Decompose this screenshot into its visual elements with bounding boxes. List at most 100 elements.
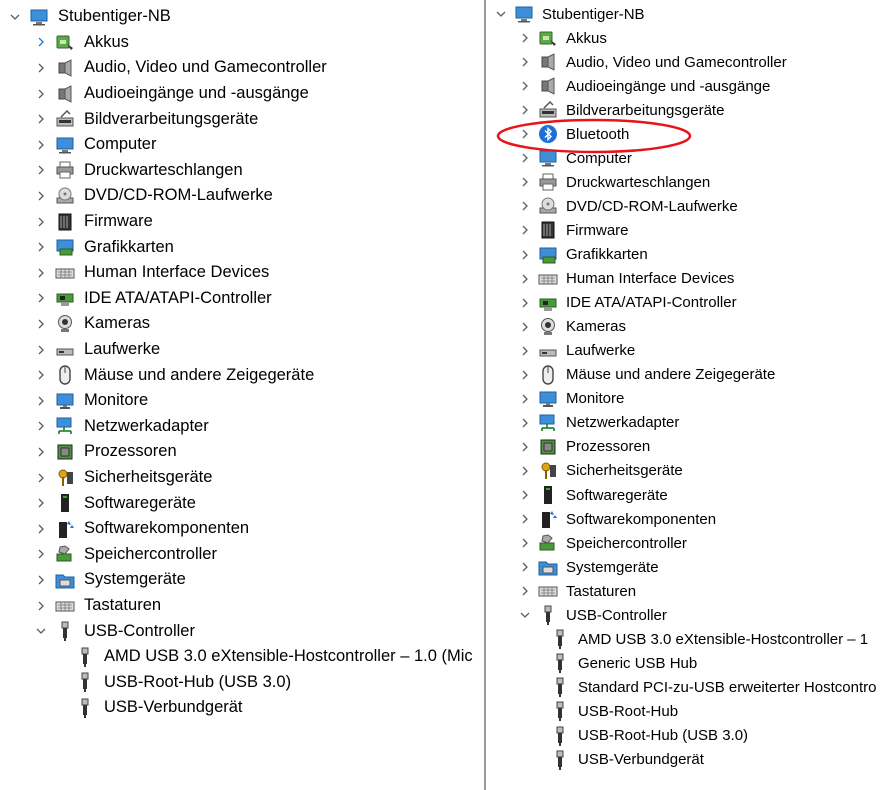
chevron-right-icon[interactable] — [518, 365, 532, 385]
chevron-right-icon[interactable] — [34, 212, 48, 232]
tree-category-softwarekomponenten[interactable]: Softwarekomponenten — [518, 507, 716, 531]
tree-category-druckwarteschlangen[interactable]: Druckwarteschlangen — [518, 170, 710, 194]
tree-category-netzwerkadapter[interactable]: Netzwerkadapter — [34, 414, 209, 440]
tree-category-audio-video-und-gamecontroller[interactable]: Audio, Video und Gamecontroller — [34, 55, 327, 81]
chevron-right-icon[interactable] — [518, 461, 532, 481]
chevron-right-icon[interactable] — [518, 52, 532, 72]
tree-category-dvd-cd-rom-laufwerke[interactable]: DVD/CD-ROM-Laufwerke — [518, 194, 738, 218]
chevron-right-icon[interactable] — [518, 485, 532, 505]
tree-category-grafikkarten[interactable]: Grafikkarten — [34, 234, 174, 260]
chevron-right-icon[interactable] — [518, 220, 532, 240]
chevron-right-icon[interactable] — [518, 413, 532, 433]
chevron-right-icon[interactable] — [34, 340, 48, 360]
chevron-down-icon[interactable] — [518, 605, 532, 625]
chevron-right-icon[interactable] — [34, 135, 48, 155]
chevron-right-icon[interactable] — [518, 196, 532, 216]
chevron-right-icon[interactable] — [518, 533, 532, 553]
chevron-right-icon[interactable] — [34, 519, 48, 539]
chevron-right-icon[interactable] — [518, 172, 532, 192]
tree-category-tastaturen[interactable]: Tastaturen — [34, 593, 161, 619]
chevron-right-icon[interactable] — [518, 76, 532, 96]
tree-category-mäuse-und-andere-zeigegeräte[interactable]: Mäuse und andere Zeigegeräte — [518, 363, 775, 387]
chevron-right-icon[interactable] — [34, 391, 48, 411]
tree-category-dvd-cd-rom-laufwerke[interactable]: DVD/CD-ROM-Laufwerke — [34, 183, 273, 209]
chevron-right-icon[interactable] — [34, 32, 48, 52]
tree-category-tastaturen[interactable]: Tastaturen — [518, 579, 636, 603]
tree-category-netzwerkadapter[interactable]: Netzwerkadapter — [518, 411, 679, 435]
chevron-right-icon[interactable] — [34, 109, 48, 129]
chevron-right-icon[interactable] — [518, 509, 532, 529]
tree-category-mäuse-und-andere-zeigegeräte[interactable]: Mäuse und andere Zeigegeräte — [34, 362, 314, 388]
tree-category-softwarekomponenten[interactable]: Softwarekomponenten — [34, 516, 249, 542]
chevron-right-icon[interactable] — [518, 557, 532, 577]
tree-device-usb-root-hub[interactable]: USB-Root-Hub — [544, 699, 678, 723]
chevron-right-icon[interactable] — [34, 416, 48, 436]
chevron-right-icon[interactable] — [34, 493, 48, 513]
tree-category-audio-video-und-gamecontroller[interactable]: Audio, Video und Gamecontroller — [518, 50, 787, 74]
tree-category-monitore[interactable]: Monitore — [518, 387, 624, 411]
tree-device-amd-usb-3-0-extensible-hostcontroller-1[interactable]: AMD USB 3.0 eXtensible-Hostcontroller – … — [544, 627, 868, 651]
chevron-right-icon[interactable] — [518, 389, 532, 409]
tree-category-sicherheitsgeräte[interactable]: Sicherheitsgeräte — [518, 459, 683, 483]
tree-category-bildverarbeitungsgeräte[interactable]: Bildverarbeitungsgeräte — [34, 106, 258, 132]
tree-category-firmware[interactable]: Firmware — [518, 218, 629, 242]
chevron-right-icon[interactable] — [34, 442, 48, 462]
chevron-right-icon[interactable] — [518, 317, 532, 337]
tree-category-ide-ata-atapi-controller[interactable]: IDE ATA/ATAPI-Controller — [518, 291, 737, 315]
chevron-right-icon[interactable] — [34, 186, 48, 206]
tree-category-akkus[interactable]: Akkus — [34, 30, 129, 56]
tree-category-prozessoren[interactable]: Prozessoren — [518, 435, 650, 459]
chevron-right-icon[interactable] — [34, 160, 48, 180]
tree-device-generic-usb-hub[interactable]: Generic USB Hub — [544, 651, 697, 675]
chevron-right-icon[interactable] — [34, 314, 48, 334]
chevron-down-icon[interactable] — [34, 621, 48, 641]
tree-category-kameras[interactable]: Kameras — [518, 315, 626, 339]
chevron-right-icon[interactable] — [518, 341, 532, 361]
chevron-right-icon[interactable] — [518, 269, 532, 289]
tree-category-systemgeräte[interactable]: Systemgeräte — [34, 567, 186, 593]
chevron-right-icon[interactable] — [34, 570, 48, 590]
chevron-right-icon[interactable] — [34, 263, 48, 283]
tree-device-amd-usb-3-0-extensible-hostcontroller-1-0-mic[interactable]: AMD USB 3.0 eXtensible-Hostcontroller – … — [68, 644, 473, 670]
tree-category-usb-controller[interactable]: USB-Controller — [518, 603, 667, 627]
chevron-right-icon[interactable] — [518, 581, 532, 601]
tree-category-prozessoren[interactable]: Prozessoren — [34, 439, 177, 465]
chevron-right-icon[interactable] — [34, 365, 48, 385]
tree-category-grafikkarten[interactable]: Grafikkarten — [518, 243, 648, 267]
tree-category-ide-ata-atapi-controller[interactable]: IDE ATA/ATAPI-Controller — [34, 286, 272, 312]
tree-category-kameras[interactable]: Kameras — [34, 311, 150, 337]
tree-device-standard-pci-zu-usb-erweiterter-hostcontro[interactable]: Standard PCI-zu-USB erweiterter Hostcont… — [544, 675, 876, 699]
tree-category-firmware[interactable]: Firmware — [34, 209, 153, 235]
tree-category-audioeingänge-und-ausgänge[interactable]: Audioeingänge und -ausgänge — [34, 81, 309, 107]
tree-category-druckwarteschlangen[interactable]: Druckwarteschlangen — [34, 158, 243, 184]
tree-category-speichercontroller[interactable]: Speichercontroller — [518, 531, 687, 555]
tree-category-laufwerke[interactable]: Laufwerke — [34, 337, 160, 363]
tree-root-computer[interactable]: Stubentiger-NB — [494, 2, 645, 26]
chevron-right-icon[interactable] — [34, 58, 48, 78]
chevron-right-icon[interactable] — [518, 437, 532, 457]
tree-category-monitore[interactable]: Monitore — [34, 388, 148, 414]
chevron-right-icon[interactable] — [518, 28, 532, 48]
tree-category-softwaregeräte[interactable]: Softwaregeräte — [34, 490, 196, 516]
tree-category-audioeingänge-und-ausgänge[interactable]: Audioeingänge und -ausgänge — [518, 74, 770, 98]
tree-category-softwaregeräte[interactable]: Softwaregeräte — [518, 483, 668, 507]
tree-device-usb-verbundgerät[interactable]: USB-Verbundgerät — [544, 748, 704, 772]
chevron-right-icon[interactable] — [518, 245, 532, 265]
tree-category-computer[interactable]: Computer — [34, 132, 156, 158]
chevron-right-icon[interactable] — [34, 596, 48, 616]
tree-root-computer[interactable]: Stubentiger-NB — [8, 4, 171, 30]
chevron-right-icon[interactable] — [34, 84, 48, 104]
chevron-right-icon[interactable] — [518, 293, 532, 313]
chevron-right-icon[interactable] — [34, 288, 48, 308]
chevron-down-icon[interactable] — [8, 7, 22, 27]
tree-device-usb-root-hub-usb-3-0[interactable]: USB-Root-Hub (USB 3.0) — [68, 670, 291, 696]
tree-device-usb-verbundgerät[interactable]: USB-Verbundgerät — [68, 695, 243, 721]
tree-category-sicherheitsgeräte[interactable]: Sicherheitsgeräte — [34, 465, 212, 491]
chevron-right-icon[interactable] — [34, 237, 48, 257]
chevron-right-icon[interactable] — [34, 468, 48, 488]
tree-category-human-interface-devices[interactable]: Human Interface Devices — [34, 260, 269, 286]
tree-category-usb-controller[interactable]: USB-Controller — [34, 618, 195, 644]
tree-category-speichercontroller[interactable]: Speichercontroller — [34, 542, 217, 568]
tree-category-systemgeräte[interactable]: Systemgeräte — [518, 555, 659, 579]
tree-category-human-interface-devices[interactable]: Human Interface Devices — [518, 267, 734, 291]
